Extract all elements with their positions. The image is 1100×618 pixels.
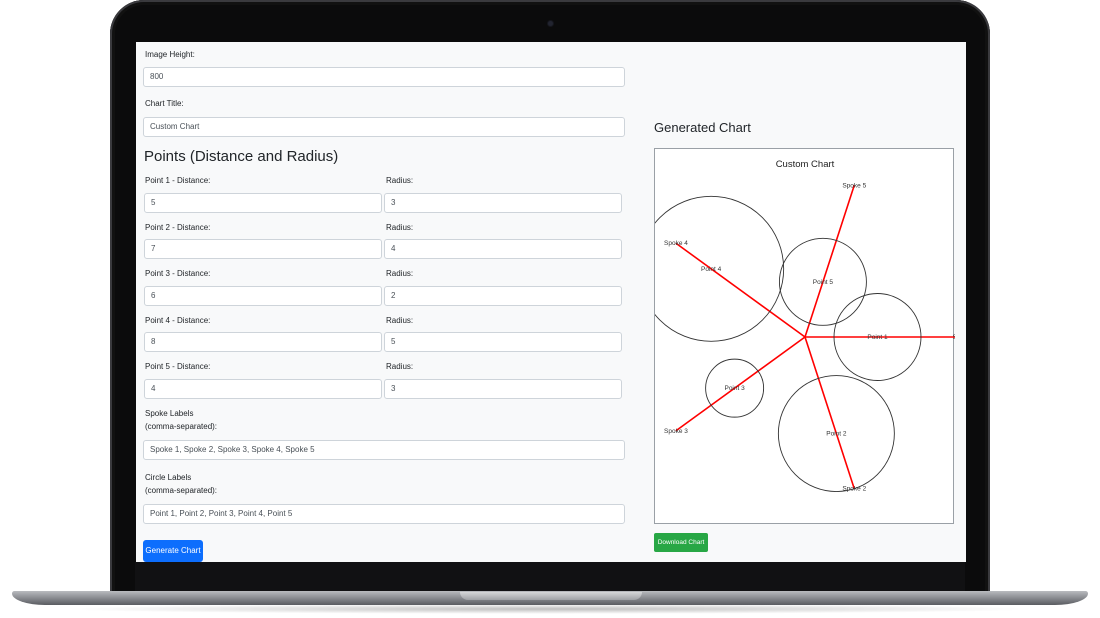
point-4-radius-label: Radius: [386, 316, 414, 325]
point-5-distance-label: Point 5 - Distance: [145, 362, 211, 371]
laptop-hinge-notch [460, 592, 642, 600]
point-3-radius-label: Radius: [386, 269, 414, 278]
chart-title: Custom Chart [776, 159, 835, 170]
point-3-radius-input[interactable]: 2 [384, 286, 622, 306]
spoke-line [804, 336, 856, 489]
spoke-labels-label: Spoke Labels [145, 409, 194, 418]
points-heading: Points (Distance and Radius) [144, 148, 339, 165]
point-2-radius-label: Radius: [386, 223, 414, 232]
laptop-shadow [60, 604, 1040, 614]
circle-label: Point 1 [867, 334, 888, 341]
point-1-distance-input[interactable]: 5 [144, 193, 382, 213]
circle-labels-label: Circle Labels [145, 473, 192, 482]
spoke-label: Spoke 3 [664, 428, 688, 435]
spoke-label: Spoke 1 [953, 334, 955, 341]
point-1-distance-label: Point 1 - Distance: [145, 176, 211, 185]
spoke-line [804, 185, 856, 338]
point-3-distance-label: Point 3 - Distance: [145, 269, 211, 278]
spoke-labels-hint: (comma-separated): [145, 422, 218, 431]
point-2-distance-label: Point 2 - Distance: [145, 223, 211, 232]
spoke-line [675, 242, 806, 338]
app-screen: Image Height: 800 Chart Title: Custom Ch… [136, 42, 966, 562]
spoke-label: Spoke 5 [842, 182, 866, 189]
chart-title-input[interactable]: Custom Chart [143, 117, 625, 137]
circle-label: Point 5 [813, 279, 834, 286]
circle-label: Point 4 [701, 266, 722, 273]
point-2-distance-input[interactable]: 7 [144, 239, 382, 259]
spoke-label: Spoke 2 [842, 486, 866, 493]
point-5-distance-input[interactable]: 4 [144, 379, 382, 399]
image-height-label: Image Height: [145, 50, 195, 59]
point-1-radius-label: Radius: [386, 176, 414, 185]
spoke-labels-input[interactable]: Spoke 1, Spoke 2, Spoke 3, Spoke 4, Spok… [143, 440, 625, 460]
point-4-radius-input[interactable]: 5 [384, 332, 622, 352]
chart-title-label: Chart Title: [145, 99, 184, 108]
point-1-radius-input[interactable]: 3 [384, 193, 622, 213]
circle-labels-hint: (comma-separated): [145, 486, 218, 495]
generate-chart-button[interactable]: Generate Chart [143, 540, 203, 562]
circle-label: Point 3 [724, 385, 745, 392]
point-3-distance-input[interactable]: 6 [144, 286, 382, 306]
chart-svg: Custom Chart Point 1 Point 2 Point 3 Point … [655, 159, 955, 493]
spoke-label: Spoke 4 [664, 240, 688, 247]
point-4-distance-input[interactable]: 8 [144, 332, 382, 352]
point-4-distance-label: Point 4 - Distance: [145, 316, 211, 325]
point-5-radius-input[interactable]: 3 [384, 379, 622, 399]
webcam [548, 21, 553, 26]
point-5-radius-label: Radius: [386, 362, 414, 371]
point-2-radius-input[interactable]: 4 [384, 239, 622, 259]
circle-label: Point 2 [826, 431, 847, 438]
image-height-input[interactable]: 800 [143, 67, 625, 87]
circle-labels-input[interactable]: Point 1, Point 2, Point 3, Point 4, Poin… [143, 504, 625, 524]
chart-container: Custom Chart Point 1 Point 2 Point 3 Point … [654, 148, 955, 524]
download-chart-button[interactable]: Download Chart [654, 533, 708, 552]
generated-chart-heading: Generated Chart [654, 120, 751, 135]
